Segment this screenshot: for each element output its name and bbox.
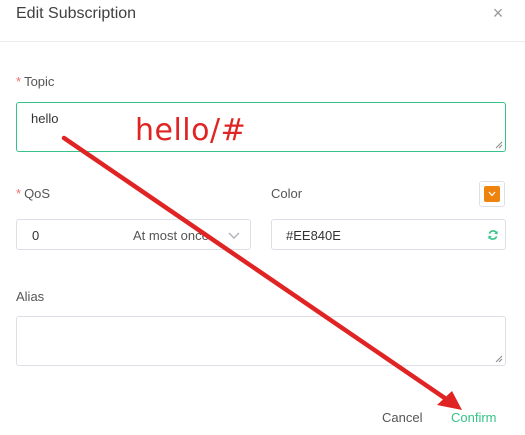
topic-input[interactable]: hello — [16, 102, 506, 152]
confirm-button[interactable]: Confirm — [451, 410, 497, 425]
topic-label: * Topic — [16, 74, 54, 89]
required-mark: * — [16, 186, 22, 201]
cancel-button[interactable]: Cancel — [382, 410, 422, 425]
qos-select[interactable]: 0 At most once — [16, 219, 251, 250]
color-value: #EE840E — [286, 228, 341, 243]
color-picker-button[interactable] — [479, 181, 505, 207]
alias-input[interactable] — [16, 316, 506, 366]
required-mark: * — [16, 74, 22, 89]
resize-grip-icon[interactable] — [495, 141, 503, 149]
color-label: Color — [271, 186, 303, 201]
edit-subscription-dialog: Edit Subscription × * Topic hello * QoS 0 … — [0, 0, 525, 435]
chevron-down-icon — [228, 232, 240, 239]
arrow-head-icon — [437, 391, 462, 410]
color-input[interactable]: #EE840E — [271, 219, 506, 250]
qos-value: 0 — [32, 228, 40, 243]
alias-label: Alias — [16, 289, 45, 304]
qos-description: At most once — [133, 228, 209, 243]
dialog-header: Edit Subscription × — [0, 0, 525, 42]
qos-label-text: QoS — [24, 186, 51, 201]
dialog-title: Edit Subscription — [16, 5, 137, 22]
resize-grip-icon[interactable] — [495, 355, 503, 363]
caret-down-icon — [488, 191, 496, 197]
topic-value: hello — [31, 111, 59, 126]
close-icon[interactable]: × — [487, 2, 509, 24]
qos-label: * QoS — [16, 186, 50, 201]
annotation-arrow — [61, 135, 462, 410]
annotation-text: hello/# — [135, 113, 247, 148]
topic-label-text: Topic — [24, 74, 55, 89]
refresh-icon[interactable] — [487, 229, 499, 241]
